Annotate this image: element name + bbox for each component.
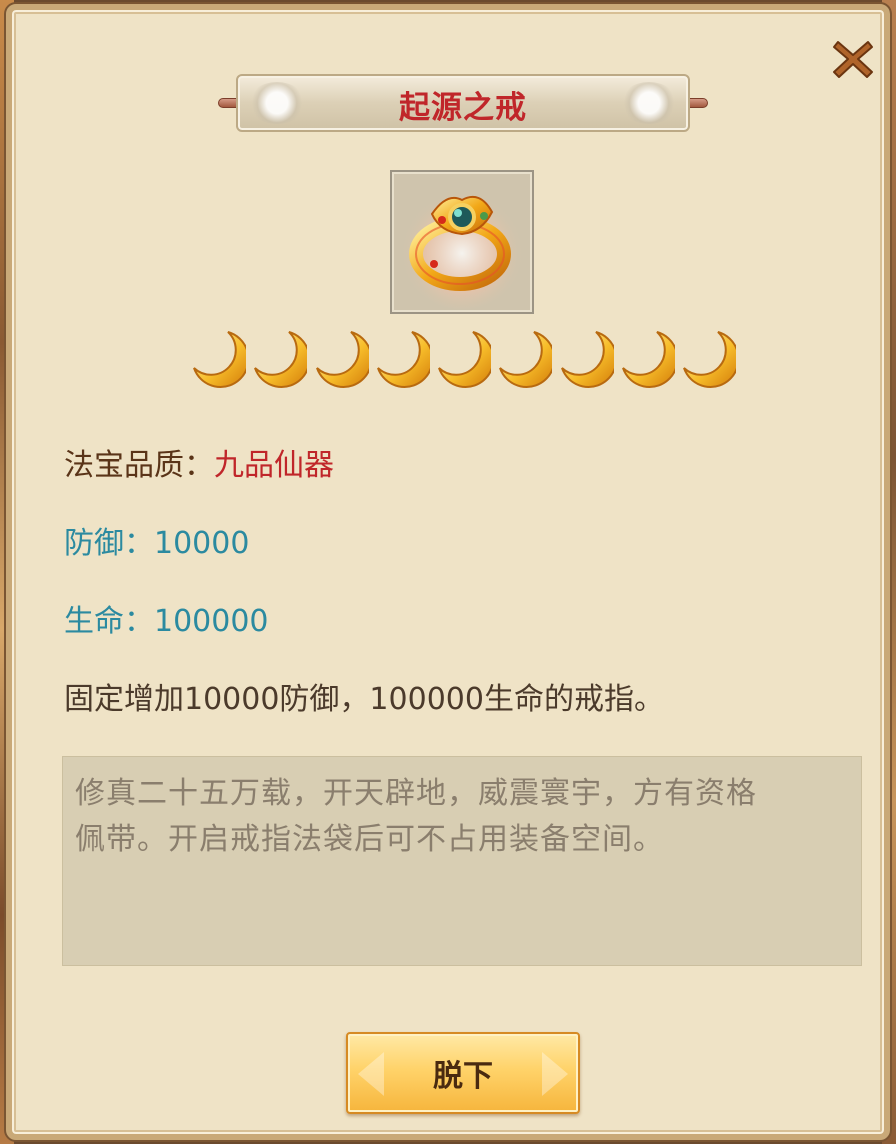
crescent-moon-icon — [315, 331, 369, 388]
item-detail-dialog: 起源之戒 法宝品质：九品仙器 防御：10000 生命：100000 固定增加10… — [6, 4, 890, 1140]
crescent-moon-icon — [438, 331, 491, 388]
crescent-moon-icon — [683, 331, 736, 388]
crescent-moon-icon — [254, 331, 308, 388]
defense-value: 10000 — [154, 526, 250, 561]
item-description: 固定增加10000防御，100000生命的戒指。 — [64, 682, 664, 717]
crescent-moon-icon — [193, 331, 246, 388]
title-banner: 起源之戒 — [218, 70, 708, 136]
lore-box: 修真二十五万载，开天辟地，威震寰宇，方有资格 佩带。开启戒指法袋后可不占用装备空… — [62, 756, 862, 966]
remove-button[interactable]: 脱下 — [346, 1032, 580, 1114]
quality-value: 九品仙器 — [214, 448, 334, 483]
crescent-moon-icon — [621, 331, 675, 388]
hp-row: 生命：100000 — [64, 596, 269, 640]
hp-value: 100000 — [154, 604, 269, 639]
defense-row: 防御：10000 — [64, 518, 249, 562]
lore-line-2: 佩带。开启戒指法袋后可不占用装备空间。 — [75, 822, 664, 857]
crescent-moon-icon — [376, 331, 430, 388]
quality-label: 法宝品质： — [64, 448, 214, 483]
remove-button-label: 脱下 — [433, 1059, 493, 1094]
quality-row: 法宝品质：九品仙器 — [64, 440, 334, 484]
dialog-title: 起源之戒 — [399, 90, 527, 126]
close-icon — [833, 41, 873, 78]
hp-label: 生命： — [64, 604, 154, 639]
star-rating — [188, 328, 736, 394]
item-icon-frame — [390, 170, 534, 314]
crescent-moon-icon — [499, 331, 553, 388]
crescent-moon-icon — [560, 331, 614, 388]
lore-line-1: 修真二十五万载，开天辟地，威震寰宇，方有资格 — [75, 776, 757, 811]
defense-label: 防御： — [64, 526, 154, 561]
golden-ring-icon — [400, 185, 524, 309]
close-button[interactable] — [830, 36, 876, 82]
